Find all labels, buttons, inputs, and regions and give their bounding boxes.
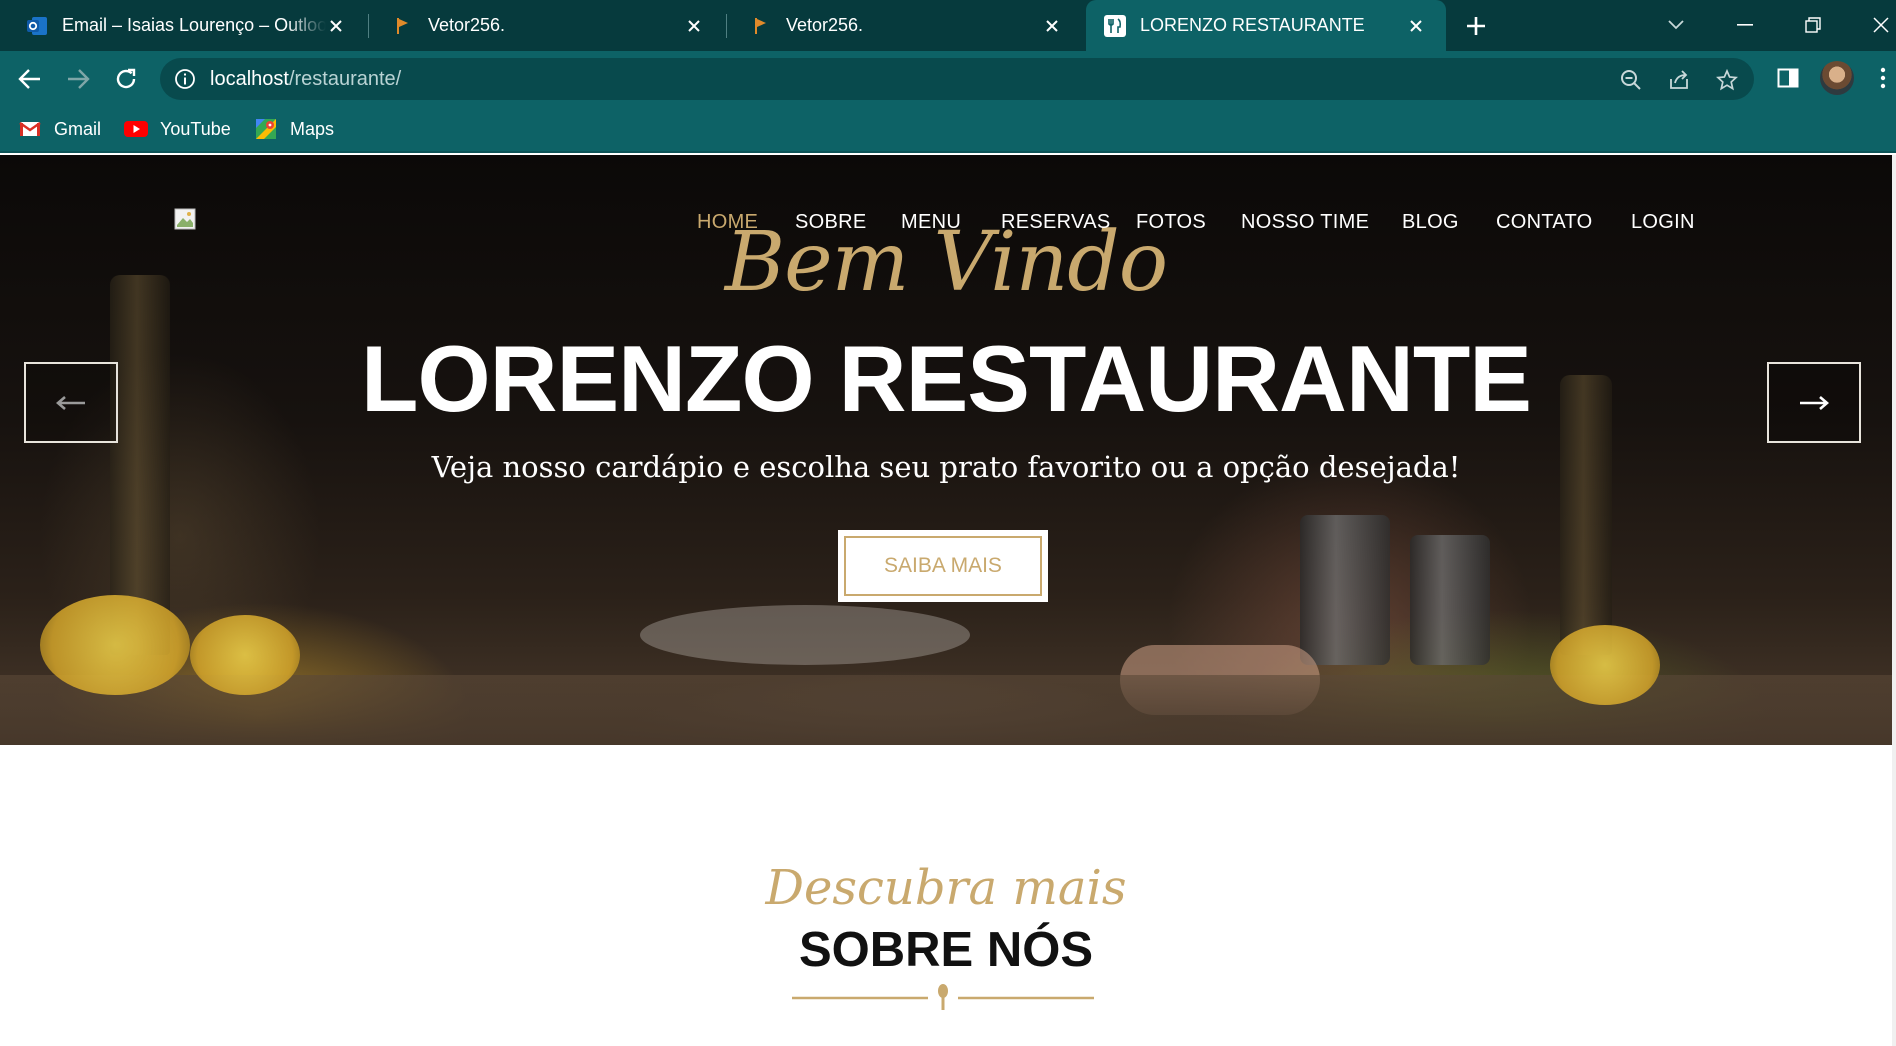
tab-separator <box>368 14 369 38</box>
tab-title: Email – Isaias Lourenço – Outlook <box>62 15 326 35</box>
close-window-icon[interactable] <box>1866 10 1896 40</box>
nav-menu[interactable]: MENU <box>901 211 961 234</box>
background-lemon-image <box>190 615 300 695</box>
background-plate-image <box>640 605 970 665</box>
nav-nosso-time[interactable]: NOSSO TIME <box>1241 211 1369 234</box>
saiba-mais-button[interactable]: SAIBA MAIS <box>838 530 1048 602</box>
nav-login[interactable]: LOGIN <box>1631 211 1695 234</box>
tab-title: Vetor256. <box>428 15 506 35</box>
bookmarks-bar: Gmail YouTube Maps <box>0 106 1896 153</box>
browser-toolbar: localhost/restaurante/ <box>0 51 1896 106</box>
bookmark-label: YouTube <box>160 118 231 139</box>
background-jar-image <box>1410 535 1490 665</box>
saiba-mais-label: SAIBA MAIS <box>844 536 1042 596</box>
slider-prev-button[interactable] <box>24 362 118 443</box>
bookmark-label: Maps <box>290 118 335 139</box>
bookmark-youtube[interactable]: YouTube <box>124 116 231 142</box>
section-divider <box>792 982 1094 1012</box>
side-panel-icon[interactable] <box>1773 63 1803 93</box>
tab-vetor256-2[interactable]: Vetor256. <box>728 0 1082 51</box>
zoom-icon[interactable] <box>1618 67 1644 93</box>
close-tab-icon[interactable] <box>1042 16 1062 36</box>
restore-window-icon[interactable] <box>1798 10 1828 40</box>
nav-fotos[interactable]: FOTOS <box>1136 211 1206 234</box>
url-path: /restaurante/ <box>288 68 402 90</box>
hero-slider: Bem Vindo HOME SOBRE MENU RESERVAS FOTOS… <box>0 155 1892 745</box>
main-navigation: HOME SOBRE MENU RESERVAS FOTOS NOSSO TIM… <box>0 211 1892 241</box>
nav-reservas[interactable]: RESERVAS <box>1001 211 1110 234</box>
outlook-icon <box>26 15 48 37</box>
site-info-icon[interactable] <box>174 68 196 90</box>
tab-outlook[interactable]: Email – Isaias Lourenço – Outlook <box>0 0 366 51</box>
about-script-title: Descubra mais <box>765 860 1127 916</box>
background-lemon-image <box>1550 625 1660 705</box>
tab-separator <box>726 14 727 38</box>
spoon-divider-icon <box>792 984 1094 1010</box>
hero-subtitle: Veja nosso cardápio e escolha seu prato … <box>431 450 1461 484</box>
url-host: localhost <box>210 68 289 90</box>
reload-icon[interactable] <box>108 61 144 97</box>
page-scrollbar[interactable] <box>1892 155 1896 1046</box>
arrow-left-icon <box>56 395 85 410</box>
tab-title: LORENZO RESTAURANTE <box>1140 15 1365 35</box>
tab-vetor256-1[interactable]: Vetor256. <box>370 0 724 51</box>
url-text: localhost/restaurante/ <box>210 68 401 91</box>
arrow-right-icon <box>1800 395 1829 410</box>
nav-contato[interactable]: CONTATO <box>1496 211 1593 234</box>
bookmark-maps[interactable]: Maps <box>254 116 334 142</box>
close-tab-icon[interactable] <box>1406 16 1426 36</box>
tab-title: Vetor256. <box>786 15 864 35</box>
youtube-icon <box>124 119 148 139</box>
profile-avatar[interactable] <box>1820 61 1854 95</box>
nav-sobre[interactable]: SOBRE <box>795 211 867 234</box>
forward-arrow-icon[interactable] <box>60 61 96 97</box>
slider-next-button[interactable] <box>1767 362 1861 443</box>
tab-lorenzo-restaurante[interactable]: LORENZO RESTAURANTE <box>1086 0 1446 51</box>
vetor-flag-icon <box>392 15 414 37</box>
bookmark-star-icon[interactable] <box>1714 67 1740 93</box>
restaurant-fork-knife-icon <box>1104 14 1126 37</box>
minimize-icon[interactable] <box>1730 10 1760 40</box>
nav-home[interactable]: HOME <box>697 211 758 234</box>
tab-search-chevron-icon[interactable] <box>1661 10 1691 40</box>
address-bar[interactable]: localhost/restaurante/ <box>160 58 1754 100</box>
browser-tab-strip: Email – Isaias Lourenço – Outlook Vetor2… <box>0 0 1896 51</box>
new-tab-button[interactable] <box>1462 12 1490 40</box>
background-jar-image <box>1300 515 1390 665</box>
close-tab-icon[interactable] <box>326 16 346 36</box>
gmail-icon <box>18 119 42 139</box>
hero-title: LORENZO RESTAURANTE <box>361 326 1532 431</box>
maps-icon <box>254 119 278 139</box>
vetor-flag-icon <box>750 15 772 37</box>
about-title: SOBRE NÓS <box>798 923 1094 977</box>
browser-menu-icon[interactable] <box>1868 63 1896 93</box>
close-tab-icon[interactable] <box>684 16 704 36</box>
background-lemon-image <box>40 595 190 695</box>
bookmark-label: Gmail <box>54 118 102 139</box>
bookmark-gmail[interactable]: Gmail <box>18 116 101 142</box>
nav-blog[interactable]: BLOG <box>1402 211 1459 234</box>
back-arrow-icon[interactable] <box>12 61 48 97</box>
share-icon[interactable] <box>1666 67 1692 93</box>
